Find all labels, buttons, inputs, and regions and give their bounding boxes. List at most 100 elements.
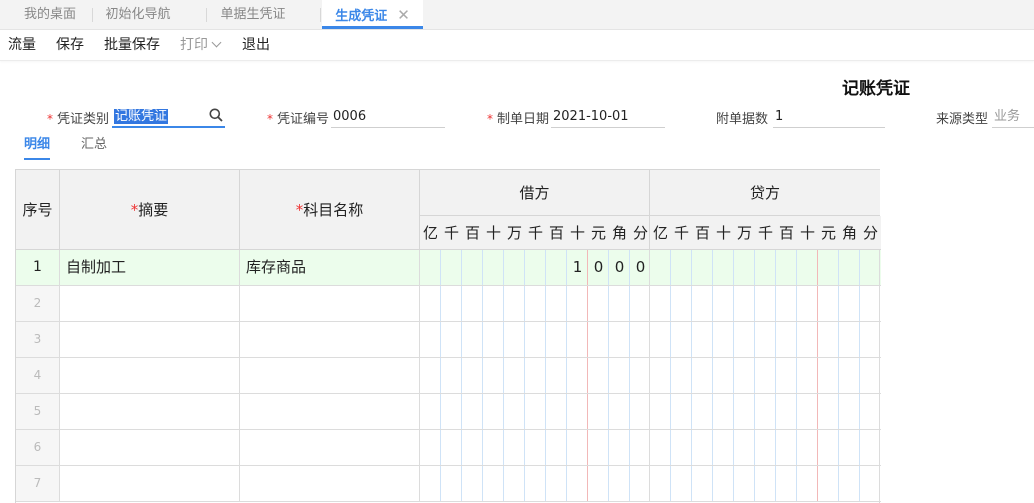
attachments-label: 附单据数	[716, 112, 769, 127]
debit-amount-cell[interactable]	[420, 430, 650, 465]
credit-digit-divider	[796, 250, 797, 285]
table-row[interactable]: 2	[16, 286, 881, 322]
debit-digit-divider	[524, 358, 525, 393]
credit-digit-divider	[733, 394, 734, 429]
tab-init-navigation[interactable]: 初始化导航	[94, 0, 182, 30]
table-row[interactable]: 6	[16, 430, 881, 466]
row-seq: 2	[16, 286, 60, 321]
row-account-cell[interactable]	[240, 394, 420, 429]
row-account-cell[interactable]	[240, 358, 420, 393]
close-icon[interactable]: ✕	[397, 0, 410, 30]
voucher-grid: 序号 *摘要 *科目名称 借方 贷方 亿千百十万千百十元角分亿千百十万千百十元角…	[15, 169, 881, 503]
debit-digit-unit: 十	[483, 216, 504, 250]
credit-digit-divider	[838, 322, 839, 357]
debit-digit-divider	[524, 286, 525, 321]
voucher-type-value: 记账凭证	[114, 109, 169, 124]
debit-digit-divider	[608, 358, 609, 393]
row-account-cell[interactable]	[240, 286, 420, 321]
credit-digit-divider	[691, 250, 692, 285]
debit-amount-cell[interactable]	[420, 466, 650, 501]
save-button[interactable]: 保存	[56, 30, 84, 60]
debit-amount-cell[interactable]	[420, 358, 650, 393]
print-button[interactable]: 打印	[180, 30, 222, 60]
debit-digit-unit: 角	[609, 216, 630, 250]
row-account-cell[interactable]: 库存商品	[240, 250, 420, 285]
row-summary-cell[interactable]: 自制加工	[60, 250, 240, 285]
debit-amount-cell[interactable]	[420, 286, 650, 321]
debit-digit-divider	[440, 430, 441, 465]
row-summary-cell[interactable]	[60, 322, 240, 357]
credit-digit-unit: 角	[839, 216, 860, 250]
debit-digit-unit: 分	[630, 216, 651, 250]
credit-amount-cell[interactable]	[650, 322, 880, 357]
table-row[interactable]: 5	[16, 394, 881, 430]
row-summary-cell[interactable]	[60, 286, 240, 321]
credit-digit-divider	[796, 286, 797, 321]
row-seq: 6	[16, 430, 60, 465]
debit-digit-divider	[461, 466, 462, 501]
table-row[interactable]: 4	[16, 358, 881, 394]
credit-amount-cell[interactable]	[650, 394, 880, 429]
attachments-value: 1	[775, 109, 784, 124]
credit-digit-divider	[796, 322, 797, 357]
credit-amount-cell[interactable]	[650, 358, 880, 393]
required-mark: *	[47, 112, 53, 126]
credit-amount-cell[interactable]	[650, 286, 880, 321]
create-date-field[interactable]: 2021-10-01	[551, 104, 665, 128]
debit-amount-cell[interactable]	[420, 394, 650, 429]
row-summary-cell[interactable]	[60, 394, 240, 429]
source-type-field[interactable]: 业务	[992, 104, 1034, 128]
row-account-cell[interactable]	[240, 430, 420, 465]
tab-detail[interactable]: 明细	[24, 136, 51, 160]
tab-doc-to-voucher[interactable]: 单据生凭证	[208, 0, 298, 30]
credit-digit-divider	[775, 466, 776, 501]
debit-amount-cell[interactable]	[420, 322, 650, 357]
debit-digit-divider	[503, 466, 504, 501]
debit-amount-digit: 0	[614, 258, 625, 276]
voucher-number-label-text: 凭证编号	[277, 112, 330, 127]
batch-save-button[interactable]: 批量保存	[104, 30, 160, 60]
exit-button[interactable]: 退出	[242, 30, 270, 60]
tab-summary[interactable]: 汇总	[81, 136, 107, 160]
row-summary-cell[interactable]	[60, 430, 240, 465]
attachments-field[interactable]: 1	[773, 104, 885, 128]
debit-digit-unit: 万	[504, 216, 525, 250]
debit-digit-divider	[587, 466, 588, 501]
credit-amount-cell[interactable]	[650, 250, 880, 285]
tab-generate-voucher[interactable]: 生成凭证 ✕	[322, 0, 423, 29]
credit-digit-unit: 千	[671, 216, 692, 250]
credit-digit-divider	[859, 358, 860, 393]
credit-digit-divider	[670, 358, 671, 393]
voucher-number-field[interactable]: 0006	[331, 104, 445, 128]
debit-digit-divider	[629, 286, 630, 321]
credit-digit-divider	[733, 358, 734, 393]
search-icon[interactable]	[209, 108, 223, 122]
debit-digit-divider	[566, 358, 567, 393]
debit-digit-divider	[608, 430, 609, 465]
row-account-cell[interactable]	[240, 466, 420, 501]
credit-digit-divider	[691, 466, 692, 501]
debit-digit-divider	[503, 358, 504, 393]
table-row[interactable]: 7	[16, 466, 881, 502]
debit-digit-unit: 千	[441, 216, 462, 250]
flow-button[interactable]: 流量	[8, 30, 36, 60]
debit-digit-divider	[524, 394, 525, 429]
row-account-cell[interactable]	[240, 322, 420, 357]
row-summary-cell[interactable]	[60, 358, 240, 393]
debit-digit-divider	[629, 430, 630, 465]
credit-digit-divider	[859, 394, 860, 429]
table-row[interactable]: 1 自制加工 库存商品 1 0 0 0	[16, 250, 881, 286]
credit-amount-cell[interactable]	[650, 430, 880, 465]
credit-amount-cell[interactable]	[650, 466, 880, 501]
credit-digit-divider	[691, 358, 692, 393]
debit-amount-digit: 1	[572, 258, 583, 276]
row-summary-cell[interactable]	[60, 466, 240, 501]
header-account-text: 科目名称	[303, 201, 364, 219]
credit-digit-divider	[775, 394, 776, 429]
create-date-label-text: 制单日期	[497, 112, 550, 127]
table-row[interactable]: 3	[16, 322, 881, 358]
credit-digit-divider	[733, 286, 734, 321]
debit-digit-divider	[629, 322, 630, 357]
debit-digit-unit: 亿	[420, 216, 441, 250]
tab-my-desktop[interactable]: 我的桌面	[10, 0, 90, 30]
